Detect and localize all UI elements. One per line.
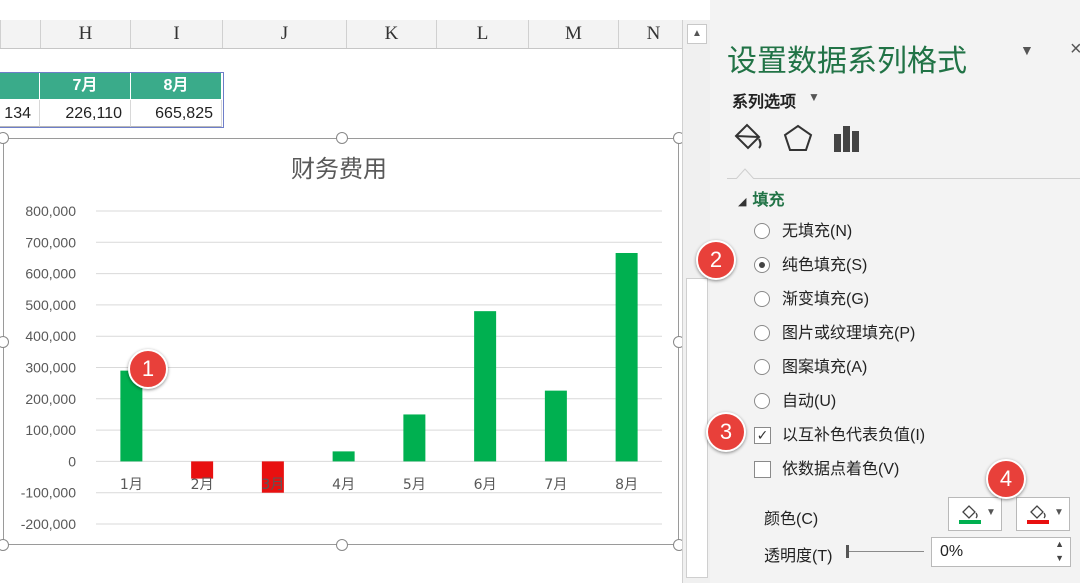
paint-bucket-icon (1030, 505, 1046, 519)
pattern-fill-radio[interactable] (754, 359, 770, 375)
x-tick-label: 1月 (120, 477, 143, 493)
y-tick-label: -200,000 (21, 516, 76, 532)
collapse-triangle-icon[interactable]: ◢ (738, 196, 746, 208)
y-tick-label: 0 (68, 453, 76, 469)
x-tick-label: 5月 (403, 477, 426, 493)
spin-down-icon[interactable]: ▼ (1055, 552, 1064, 564)
picture-fill-label: 图片或纹理填充(P) (782, 325, 916, 342)
x-tick-label: 4月 (332, 477, 355, 493)
solid-fill-label: 纯色填充(S) (782, 257, 868, 274)
chart-resize-handle[interactable] (0, 539, 9, 551)
scroll-up-arrow-icon[interactable]: ▲ (687, 24, 707, 44)
column-header-bar: H I J K L M N (0, 20, 682, 49)
pane-options-dropdown-icon[interactable]: ▼ (1020, 42, 1034, 58)
spreadsheet-area: H I J K L M N 7月 8月 134 226,110 665,825 … (0, 0, 682, 583)
transparency-input[interactable]: 0% ▲ ▼ (931, 537, 1071, 567)
gradient-fill-radio[interactable] (754, 291, 770, 307)
chart-resize-handle[interactable] (336, 539, 348, 551)
pattern-fill-label: 图案填充(A) (782, 359, 868, 376)
vary-colors-checkbox[interactable] (754, 461, 771, 478)
column-header-h[interactable]: H (40, 20, 130, 48)
column-header-m[interactable]: M (528, 20, 618, 48)
chart-resize-handle[interactable] (673, 132, 682, 144)
column-header-partial[interactable] (0, 20, 40, 48)
chart-resize-handle[interactable] (673, 539, 682, 551)
chevron-down-icon[interactable]: ▼ (808, 90, 820, 104)
y-tick-label: 400,000 (25, 328, 76, 344)
color-label: 颜色(C) (764, 511, 819, 528)
no-fill-radio[interactable] (754, 223, 770, 239)
column-header-j[interactable]: J (222, 20, 346, 48)
transparency-slider[interactable] (846, 545, 924, 558)
chart-bar (615, 252, 638, 462)
automatic-fill-label: 自动(U) (782, 393, 837, 410)
x-tick-label: 2月 (191, 477, 214, 493)
y-tick-label: 800,000 (25, 203, 76, 219)
series-options-tab-icon[interactable] (829, 120, 865, 156)
tab-divider (727, 178, 1080, 179)
automatic-fill-radio[interactable] (754, 393, 770, 409)
x-tick-label: 6月 (474, 477, 497, 493)
format-data-series-pane: 设置数据系列格式 ▼ × 系列选项 ▼ ◢ 填充 无填充(N) 纯色填充(S) 渐… (710, 0, 1080, 583)
y-tick-label: 500,000 (25, 297, 76, 313)
x-tick-label: 3月 (261, 477, 284, 493)
chevron-down-icon[interactable]: ▼ (986, 507, 996, 518)
column-header-l[interactable]: L (436, 20, 528, 48)
gradient-fill-label: 渐变填充(G) (782, 291, 870, 308)
chart-bar (474, 311, 497, 462)
bar-chart: 财务费用 800,000 700,000 600,000 500,000 400,000 3… (21, 155, 662, 532)
column-header-i[interactable]: I (130, 20, 222, 48)
column-header-k[interactable]: K (346, 20, 436, 48)
vertical-scrollbar[interactable]: ▲ (682, 20, 710, 583)
invert-if-negative-checkbox[interactable]: ✓ (754, 427, 771, 444)
transparency-value: 0% (940, 543, 964, 560)
y-tick-label: 600,000 (25, 266, 76, 282)
y-tick-label: 200,000 (25, 391, 76, 407)
chevron-down-icon[interactable]: ▼ (1054, 507, 1064, 518)
pane-title: 设置数据系列格式 (727, 45, 967, 78)
step-badge: 2 (696, 240, 736, 280)
y-tick-label: 300,000 (25, 360, 76, 376)
fill-line-tab-icon[interactable] (730, 120, 766, 156)
step-badge: 4 (986, 459, 1026, 499)
x-tick-label: 7月 (544, 477, 567, 493)
paint-bucket-icon (962, 505, 978, 519)
y-tick-label: 100,000 (25, 422, 76, 438)
chart-area[interactable]: 财务费用 800,000 700,000 600,000 500,000 400,000 3… (3, 138, 679, 545)
x-tick-label: 8月 (615, 477, 638, 493)
no-fill-label: 无填充(N) (782, 223, 853, 240)
chart-bar (403, 414, 426, 462)
invert-color-button[interactable]: ▼ (1016, 497, 1070, 531)
active-tab-indicator (736, 168, 754, 179)
chart-resize-handle[interactable] (336, 132, 348, 144)
table-selection-outline (0, 72, 224, 128)
chart-bar (332, 451, 355, 462)
picture-fill-radio[interactable] (754, 325, 770, 341)
invert-color-swatch (1027, 520, 1049, 524)
step-badge: 1 (128, 349, 168, 389)
chart-title: 财务费用 (291, 155, 387, 183)
spin-up-icon[interactable]: ▲ (1055, 538, 1064, 550)
column-header-n[interactable]: N (618, 20, 682, 48)
fill-color-button[interactable]: ▼ (948, 497, 1002, 531)
effects-tab-icon[interactable] (780, 120, 816, 156)
pane-close-icon[interactable]: × (1070, 38, 1080, 61)
series-options-dropdown[interactable]: 系列选项 (732, 88, 796, 112)
chart-bar (544, 390, 567, 462)
vary-colors-label: 依数据点着色(V) (782, 461, 900, 478)
scrollbar-thumb[interactable] (686, 278, 708, 578)
fill-section-header[interactable]: ◢ 填充 (738, 186, 784, 210)
fill-section-label: 填充 (752, 192, 785, 209)
solid-fill-radio[interactable] (754, 257, 770, 273)
transparency-label: 透明度(T) (764, 548, 833, 565)
slider-knob[interactable] (846, 545, 849, 558)
y-tick-label: 700,000 (25, 234, 76, 250)
chart-resize-handle[interactable] (673, 336, 682, 348)
fill-color-swatch (959, 520, 981, 524)
y-tick-label: -100,000 (21, 485, 76, 501)
step-badge: 3 (706, 412, 746, 452)
invert-if-negative-label: 以互补色代表负值(I) (782, 427, 926, 444)
